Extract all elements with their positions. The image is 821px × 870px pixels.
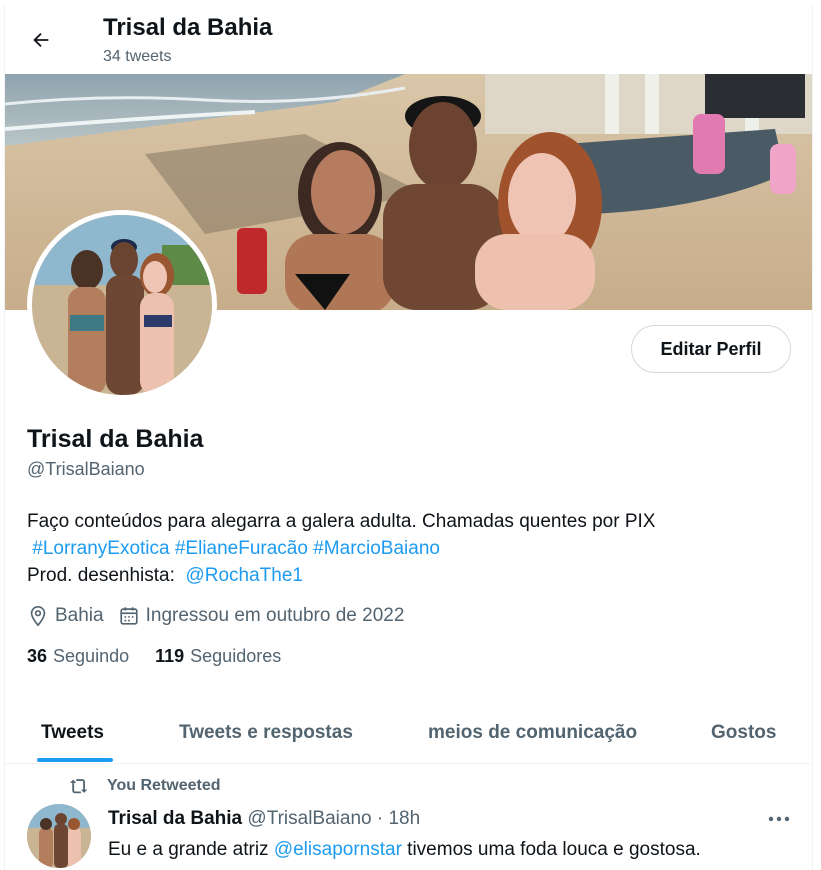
- tweet-more-button[interactable]: [761, 806, 797, 832]
- back-button[interactable]: [23, 22, 59, 58]
- hashtag-link[interactable]: #ElianeFuracão: [175, 538, 308, 559]
- profile-header-bar: Trisal da Bahia 34 tweets: [5, 4, 812, 74]
- back-arrow-icon: [33, 32, 49, 48]
- tweet-mention-link[interactable]: @elisapornstar: [274, 839, 402, 860]
- more-dots-icon: [768, 816, 790, 822]
- bio-line: Faço conteúdos para alegarra a galera ad…: [27, 511, 656, 532]
- retweet-context: You Retweeted: [69, 776, 221, 796]
- location-item: Bahia: [27, 605, 104, 627]
- tweet-author-avatar[interactable]: [27, 804, 91, 868]
- following-label: Seguindo: [53, 646, 130, 666]
- profile-name: Trisal da Bahia: [27, 425, 204, 453]
- tweet-dot: ·: [376, 808, 384, 829]
- following-link[interactable]: 36 Seguindo: [27, 646, 129, 667]
- hashtag-link[interactable]: #MarcioBaiano: [313, 538, 440, 559]
- bio-credit-label: Prod. desenhista:: [27, 565, 175, 586]
- header-title: Trisal da Bahia: [103, 14, 273, 41]
- edit-profile-button[interactable]: Editar Perfil: [631, 325, 791, 373]
- joined-text: Ingressou em outubro de 2022: [145, 605, 405, 626]
- joined-item: Ingressou em outubro de 2022: [118, 605, 405, 627]
- profile-bio: Faço conteúdos para alegarra a galera ad…: [27, 508, 655, 589]
- profile-avatar[interactable]: [27, 210, 217, 400]
- bio-hashtags: #LorranyExotica #ElianeFuracão #MarcioBa…: [27, 535, 655, 562]
- location-text: Bahia: [55, 605, 104, 626]
- retweet-label: You Retweeted: [107, 777, 221, 794]
- tweet-text: Eu e a grande atriz @elisapornstar tivem…: [108, 836, 798, 864]
- profile-tabs: Tweets Tweets e respostas meios de comun…: [5, 702, 812, 764]
- location-pin-icon: [30, 606, 46, 627]
- retweet-icon: [70, 779, 88, 794]
- follow-stats: 36 Seguindo 119 Seguidores: [27, 646, 307, 667]
- tweet-header: Trisal da Bahia @TrisalBaiano · 18h: [108, 808, 420, 830]
- followers-label: Seguidores: [190, 646, 282, 666]
- header-tweet-count: 34 tweets: [103, 48, 172, 65]
- tab-likes[interactable]: Gostos: [711, 702, 776, 764]
- followers-count: 119: [155, 646, 185, 666]
- hashtag-link[interactable]: #LorranyExotica: [32, 538, 169, 559]
- tab-tweets-and-replies[interactable]: Tweets e respostas: [179, 702, 353, 764]
- tweet-author-name[interactable]: Trisal da Bahia: [108, 808, 242, 829]
- calendar-icon: [119, 607, 138, 625]
- tweet-text-end: tivemos uma foda louca e gostosa.: [401, 839, 701, 860]
- following-count: 36: [27, 646, 48, 666]
- profile-handle: @TrisalBaiano: [27, 459, 145, 479]
- active-tab-indicator: [37, 758, 113, 762]
- followers-link[interactable]: 119 Seguidores: [155, 646, 281, 667]
- profile-meta: Bahia Ingressou em outubro de 2022: [27, 603, 418, 629]
- tab-tweets[interactable]: Tweets: [41, 702, 104, 764]
- bio-credit: Prod. desenhista: @RochaThe1: [27, 562, 655, 589]
- profile-page: Trisal da Bahia 34 tweets Editar Perfil …: [4, 4, 813, 870]
- tweet-author-handle[interactable]: @TrisalBaiano: [247, 808, 371, 829]
- tweet-time[interactable]: 18h: [388, 808, 420, 829]
- tweet-text-start: Eu e a grande atriz: [108, 839, 274, 860]
- mention-link[interactable]: @RochaThe1: [185, 565, 303, 586]
- tab-media[interactable]: meios de comunicação: [428, 702, 637, 764]
